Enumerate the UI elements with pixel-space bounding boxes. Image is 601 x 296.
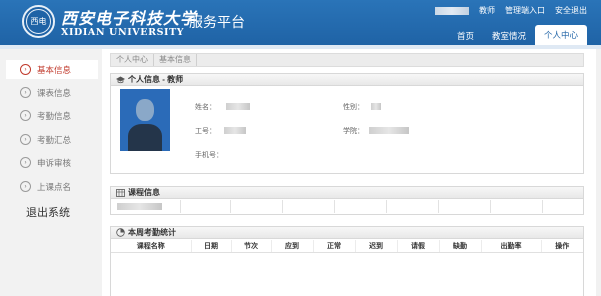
admin-entry-link[interactable]: 管理端入口 [505,5,545,16]
gender-label: 性别： [343,104,364,111]
chart-pie-icon [116,228,125,237]
sidebar: › 基本信息 › 课表信息 › 考勤信息 › 考勤汇总 › 申诉审核 › 上课点… [0,49,102,296]
university-logo: 西电 [22,5,55,38]
weekly-stats-title: 本周考勤统计 [128,228,176,237]
course-name-redacted [117,203,162,210]
user-photo [120,89,170,151]
weekly-stats-header: 本周考勤统计 [111,227,583,239]
breadcrumb-personal-center[interactable]: 个人中心 [111,54,154,66]
weekly-stats-panel: 本周考勤统计 课程名称 日期 节次 应到 正常 迟到 请假 缺勤 出勤率 操作 [110,226,584,296]
course-cell [543,200,583,213]
main-content: 个人中心 基本信息 个人信息 - 教师 姓名： 性别： 工号： 学院： 手机号： [110,53,584,296]
graduation-cap-icon [116,75,125,84]
chevron-right-icon: › [20,64,31,75]
course-cell [491,200,543,213]
course-cell [231,200,283,213]
course-cell [439,200,491,213]
university-name-en: XIDIAN UNIVERSITY [61,27,185,38]
user-name-redacted [435,6,469,15]
col-absent: 缺勤 [439,240,482,253]
course-info-title: 课程信息 [128,188,160,197]
course-row [111,200,583,213]
page-scrollbar[interactable] [596,49,601,296]
sidebar-item-roll-call[interactable]: › 上课点名 [6,177,98,196]
chevron-right-icon: › [20,157,31,168]
user-role: 教师 [479,6,495,15]
table-header-row: 课程名称 日期 节次 应到 正常 迟到 请假 缺勤 出勤率 操作 [111,240,583,253]
sidebar-item-label: 课表信息 [37,87,72,98]
course-info-header: 课程信息 [111,187,583,199]
sidebar-item-label: 基本信息 [37,64,72,75]
sidebar-logout-button[interactable]: 退出系统 [26,204,70,220]
col-date: 日期 [191,240,232,253]
platform-title: 服务平台 [189,14,245,30]
course-cell [387,200,439,213]
weekly-stats-table: 课程名称 日期 节次 应到 正常 迟到 请假 缺勤 出勤率 操作 [111,240,583,253]
photo-body [128,124,162,151]
col-attendance-rate: 出勤率 [481,240,542,253]
logo-emblem: 西电 [26,9,51,34]
breadcrumb: 个人中心 基本信息 [110,53,584,67]
photo-head [136,99,154,121]
employee-id-value-redacted [224,127,246,134]
col-late: 迟到 [355,240,398,253]
sidebar-item-label: 考勤汇总 [37,134,72,145]
employee-id-label: 工号： [195,128,216,135]
course-cell [111,200,181,213]
course-cell [283,200,335,213]
personal-info-panel: 个人信息 - 教师 姓名： 性别： 工号： 学院： 手机号： [110,73,584,174]
col-normal: 正常 [313,240,356,253]
course-info-panel: 课程信息 [110,186,584,215]
sidebar-item-basic-info[interactable]: › 基本信息 [6,60,98,79]
breadcrumb-basic-info: 基本信息 [154,54,197,66]
top-user-bar: 教师 管理端入口 安全退出 [435,5,587,16]
col-expected: 应到 [271,240,314,253]
sidebar-item-label: 考勤信息 [37,110,72,121]
university-name-cn: 西安电子科技大学 [61,9,198,28]
col-leave: 请假 [397,240,440,253]
sidebar-item-label: 上课点名 [37,181,72,192]
sidebar-item-schedule-info[interactable]: › 课表信息 [6,83,98,102]
col-actions: 操作 [541,240,583,253]
logo-text: 西电 [30,17,47,26]
name-label: 姓名： [195,104,216,111]
chevron-right-icon: › [20,181,31,192]
main-nav: 首页 教室情况 个人中心 [448,25,587,45]
sidebar-item-label: 申诉审核 [37,157,72,168]
personal-info-header: 个人信息 - 教师 [111,74,583,86]
logout-link[interactable]: 安全退出 [555,5,587,16]
phone-label: 手机号： [195,152,223,159]
personal-info-title: 个人信息 - 教师 [128,75,184,84]
table-icon [116,188,125,197]
gender-value-redacted [371,103,381,110]
sidebar-item-attendance-info[interactable]: › 考勤信息 [6,106,98,125]
tab-home[interactable]: 首页 [448,27,483,45]
course-cell [335,200,387,213]
sidebar-item-appeal-review[interactable]: › 申诉审核 [6,153,98,172]
col-course-name: 课程名称 [111,240,192,253]
tab-classroom-status[interactable]: 教室情况 [483,27,535,45]
header-bar: 西电 西安电子科技大学 XIDIAN UNIVERSITY 服务平台 教师 管理… [0,0,601,45]
chevron-right-icon: › [20,110,31,121]
chevron-right-icon: › [20,134,31,145]
col-period: 节次 [231,240,272,253]
tab-personal-center[interactable]: 个人中心 [534,25,587,45]
chevron-right-icon: › [20,87,31,98]
college-label: 学院： [343,128,364,135]
course-cell [181,200,231,213]
sidebar-item-attendance-summary[interactable]: › 考勤汇总 [6,130,98,149]
college-value-redacted [369,127,409,134]
name-value-redacted [226,103,250,110]
